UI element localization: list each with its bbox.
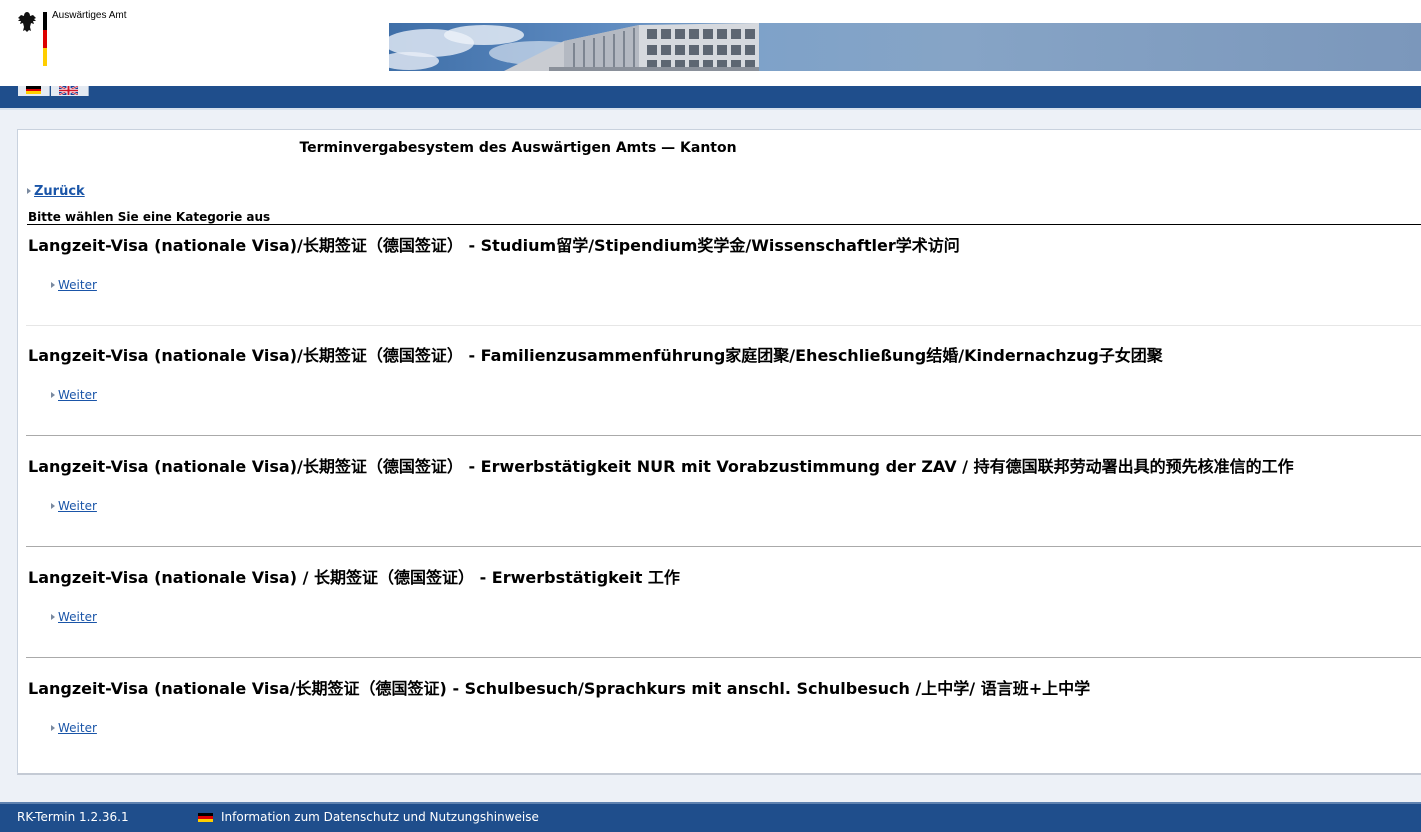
category-item: Langzeit-Visa (nationale Visa)/长期签证（德国签证… (26, 216, 1421, 326)
footer: RK-Termin 1.2.36.1 Information zum Daten… (0, 802, 1421, 832)
main-content: Terminvergabesystem des Auswärtigen Amts… (17, 129, 1421, 775)
continue-link[interactable]: Weiter (51, 610, 97, 624)
continue-link-label: Weiter (58, 278, 97, 292)
category-item: Langzeit-Visa (nationale Visa)/长期签证（德国签证… (26, 437, 1421, 547)
language-english-button[interactable] (51, 86, 89, 96)
arrow-right-icon (51, 391, 55, 398)
privacy-information-link[interactable]: Information zum Datenschutz und Nutzungs… (221, 810, 539, 824)
category-title: Langzeit-Visa (nationale Visa)/长期签证（德国签证… (28, 457, 1294, 476)
de-flag-icon (26, 86, 41, 94)
continue-link-label: Weiter (58, 499, 97, 513)
continue-link-label: Weiter (58, 610, 97, 624)
category-title: Langzeit-Visa (nationale Visa)/长期签证（德国签证… (28, 236, 960, 255)
category-item: Langzeit-Visa (nationale Visa/长期签证（德国签证)… (26, 659, 1421, 769)
category-item: Langzeit-Visa (nationale Visa)/长期签证（德国签证… (26, 326, 1421, 436)
category-item: Langzeit-Visa (nationale Visa) / 长期签证（德国… (26, 548, 1421, 658)
back-link[interactable]: Zurück (27, 184, 85, 199)
category-title: Langzeit-Visa (nationale Visa/长期签证（德国签证)… (28, 679, 1091, 698)
continue-link-label: Weiter (58, 388, 97, 402)
building-banner-image (389, 23, 1421, 71)
language-german-button[interactable] (18, 86, 50, 96)
back-link-label: Zurück (34, 184, 85, 199)
version-text: RK-Termin 1.2.36.1 (17, 810, 129, 824)
category-divider (26, 546, 1421, 547)
category-divider (26, 435, 1421, 436)
page-title: Terminvergabesystem des Auswärtigen Amts… (299, 140, 737, 156)
page: Auswärtiges Amt Terminvergabesystem des … (0, 0, 1421, 832)
german-flag-stripe (43, 12, 47, 66)
continue-link[interactable]: Weiter (51, 278, 97, 292)
federal-eagle-icon (18, 12, 36, 32)
arrow-right-icon (51, 502, 55, 509)
arrow-right-icon (27, 187, 31, 194)
arrow-right-icon (51, 724, 55, 731)
de-flag-icon (198, 813, 213, 822)
category-title: Langzeit-Visa (nationale Visa) / 长期签证（德国… (28, 568, 680, 587)
continue-link[interactable]: Weiter (51, 499, 97, 513)
gb-flag-icon (59, 86, 78, 95)
continue-link[interactable]: Weiter (51, 721, 97, 735)
continue-link[interactable]: Weiter (51, 388, 97, 402)
category-divider (26, 657, 1421, 658)
header: Auswärtiges Amt (0, 0, 1421, 86)
arrow-right-icon (51, 281, 55, 288)
agency-name: Auswärtiges Amt (52, 10, 127, 21)
category-title: Langzeit-Visa (nationale Visa)/长期签证（德国签证… (28, 346, 1163, 365)
continue-link-label: Weiter (58, 721, 97, 735)
navigation-bar (0, 86, 1421, 110)
arrow-right-icon (51, 613, 55, 620)
